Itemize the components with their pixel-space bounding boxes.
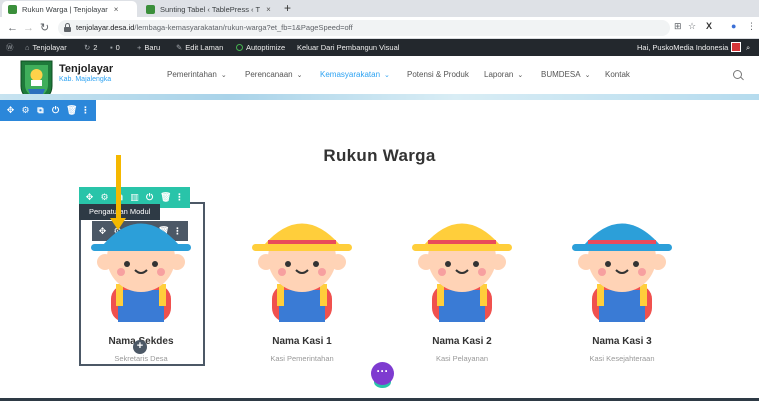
admin-updates-link[interactable]: ↻ 2 (84, 39, 97, 56)
tab-close-icon[interactable]: × (114, 5, 119, 14)
menu-item-kontak[interactable]: Kontak (605, 70, 630, 79)
gear-icon[interactable]: ⚙ (21, 105, 30, 116)
menu-item-potensi-produk[interactable]: Potensi & Produk (407, 70, 469, 79)
builder-settings-button[interactable]: ··· (371, 362, 394, 385)
wp-admin-bar: Ⓦ ⌂ Tenjolayar ↻ 2 ▪ 0 + Baru ✎ Edit Laman Au… (0, 39, 759, 56)
move-icon[interactable]: ✥ (6, 105, 15, 116)
page: Rukun Warga | Tenjolayar × Sunting Tabel… (0, 0, 759, 401)
admin-site-link[interactable]: ⌂ Tenjolayar (25, 39, 67, 56)
member-name: Nama Kasi 2 (432, 336, 492, 347)
menu-item-laporan[interactable]: Laporan ⌄ (484, 70, 523, 79)
member-role: Sekretaris Desa (114, 354, 168, 363)
admin-new-link[interactable]: + Baru (137, 39, 160, 56)
new-tab-button[interactable]: + (284, 1, 291, 16)
admin-exit-builder-link[interactable]: Keluar Dari Pembangun Visual (297, 39, 399, 56)
address-bar: ← → ↻ tenjolayar.desa.id/lembaga-kemasya… (0, 17, 759, 39)
admin-search-icon[interactable]: ⌕ (746, 39, 750, 56)
extension-x-icon[interactable]: X (706, 21, 712, 31)
translate-icon[interactable]: ⊞ (674, 21, 682, 32)
browser-tab[interactable]: Sunting Tabel ‹ TablePress ‹ T × (140, 1, 280, 17)
member-name: Nama Kasi 3 (592, 336, 652, 347)
url-path: /lembaga-kemasyarakatan/rukun-warga?et_f… (134, 23, 353, 32)
status-dot-icon (236, 44, 243, 51)
tab-close-icon[interactable]: × (266, 5, 271, 14)
site-favicon-icon (146, 4, 155, 14)
member-role: Kasi Kesejahteraan (589, 354, 655, 363)
back-arrow-icon[interactable]: ← (7, 20, 18, 36)
trash-icon[interactable]: 🗑 (160, 192, 171, 203)
menu-item-kemasyarakatan[interactable]: Kemasyarakatan ⌄ (320, 70, 390, 79)
admin-comments-link[interactable]: ▪ 0 (110, 39, 120, 56)
extension-icon[interactable]: ● (731, 21, 736, 31)
admin-autoptimize-link[interactable]: Autoptimize (236, 39, 285, 56)
url-host: tenjolayar.desa.id (76, 23, 135, 32)
wordpress-logo-icon[interactable]: Ⓦ (6, 39, 17, 56)
tab-title: Sunting Tabel ‹ TablePress ‹ T (160, 4, 261, 14)
duplicate-icon[interactable]: ⧉ (36, 105, 45, 116)
site-subtitle: Kab. Majalengka (59, 76, 112, 83)
search-icon[interactable] (733, 70, 742, 79)
chevron-down-icon: ⌄ (220, 72, 227, 79)
more-options-icon[interactable]: ⋮ (81, 105, 90, 116)
reload-icon[interactable]: ↻ (40, 20, 49, 36)
tab-title: Rukun Warga | Tenjolayar (22, 4, 108, 14)
comment-icon: ▪ (110, 43, 113, 52)
browser-tab-strip: Rukun Warga | Tenjolayar × Sunting Tabel… (0, 0, 759, 17)
section-toolbar: ✥ ⚙ ⧉ ⏻ 🗑 ⋮ (0, 100, 96, 121)
menu-item-pemerintahan[interactable]: Pemerintahan ⌄ (167, 70, 227, 79)
trash-icon[interactable]: 🗑 (66, 105, 77, 116)
browser-menu-icon[interactable]: ⋮ (747, 21, 756, 32)
member-role: Kasi Pemerintahan (270, 354, 334, 363)
site-favicon-icon (8, 4, 17, 14)
columns-icon[interactable]: ▥ (130, 192, 139, 203)
page-title: Rukun Warga (323, 146, 436, 165)
member-role: Kasi Pelayanan (435, 354, 489, 363)
menu-item-bumdesa[interactable]: BUMDESA ⌄ (541, 70, 590, 79)
add-module-button[interactable]: + (133, 340, 147, 354)
dashboard-icon: ⌂ (25, 43, 30, 52)
updates-icon: ↻ (84, 43, 91, 52)
url-input[interactable]: tenjolayar.desa.id/lembaga-kemasyarakata… (58, 20, 670, 36)
pencil-icon: ✎ (176, 43, 183, 52)
forward-arrow-icon[interactable]: → (23, 20, 34, 36)
admin-account-link[interactable]: Hai, PuskoMedia Indonesia (637, 39, 742, 56)
avatar (731, 42, 742, 52)
chevron-down-icon: ⌄ (517, 72, 524, 79)
gear-icon[interactable]: ⚙ (100, 192, 109, 203)
member-name: Nama Kasi 1 (272, 336, 332, 347)
browser-tab-active[interactable]: Rukun Warga | Tenjolayar × (2, 1, 137, 17)
chevron-down-icon: ⌄ (584, 72, 591, 79)
admin-edit-link[interactable]: ✎ Edit Laman (176, 39, 223, 56)
chevron-down-icon: ⌄ (384, 72, 390, 79)
power-icon[interactable]: ⏻ (51, 105, 60, 116)
chevron-down-icon: ⌄ (296, 72, 303, 79)
power-icon[interactable]: ⏻ (145, 192, 154, 203)
header-banner-strip (0, 94, 759, 100)
plus-icon: + (137, 43, 142, 52)
menu-item-perencanaan[interactable]: Perencanaan ⌄ (245, 70, 302, 79)
lock-icon (64, 23, 71, 32)
bookmark-star-icon[interactable]: ☆ (688, 21, 696, 32)
move-icon[interactable]: ✥ (85, 192, 94, 203)
site-name[interactable]: Tenjolayar (59, 63, 113, 75)
more-options-icon[interactable]: ⋮ (175, 192, 184, 203)
site-header: Tenjolayar Kab. Majalengka Pemerintahan ⌄… (0, 56, 759, 104)
